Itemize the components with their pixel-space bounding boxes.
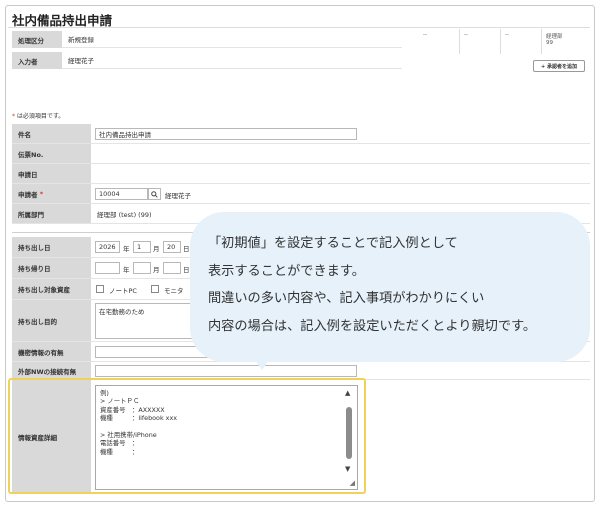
process-type-value: 新規登録 [62, 31, 402, 48]
return-month-unit: 月 [153, 266, 160, 274]
takeout-day-unit: 日 [183, 245, 190, 253]
slip-no-label: 伝票No. [12, 144, 91, 164]
department-label: 所属部門 [12, 204, 91, 224]
applicant-name: 経理花子 [165, 192, 191, 200]
callout-bubble: 「初期値」を設定することで記入例として 表示することができます。 間違いの多い内… [190, 212, 590, 370]
return-day-unit: 日 [183, 266, 190, 274]
approval-cell-4[interactable]: 経理部 99 [543, 29, 585, 54]
subject-input[interactable]: 社内備品持出申請 [95, 128, 357, 140]
applicant-label-text: 申請者 [18, 190, 38, 199]
return-month-input[interactable] [133, 262, 151, 274]
approval-cell-2[interactable]: -- [461, 29, 501, 54]
applicant-search-button[interactable] [148, 188, 161, 200]
callout-tail [248, 350, 276, 370]
return-year-input[interactable] [95, 262, 120, 274]
subject-label: 件名 [12, 124, 91, 144]
applicant-label: 申請者 * [12, 184, 91, 204]
applicant-required-star: * [39, 189, 44, 198]
purpose-label: 持ち出し目的 [12, 300, 91, 342]
takeout-year-input[interactable]: 2026 [95, 241, 120, 253]
monitor-label: モニタ [164, 287, 184, 295]
callout-line: 表示することができます。 [208, 263, 365, 279]
search-icon [151, 190, 158, 198]
return-date-label: 持ち帰り日 [12, 258, 91, 279]
takeout-month-unit: 月 [153, 245, 160, 253]
application-date-value [91, 164, 590, 184]
applicant-code-input[interactable]: 10004 [95, 188, 148, 200]
process-type-label: 処理区分 [12, 31, 62, 48]
callout-line: 「初期値」を設定することで記入例として [208, 236, 458, 251]
highlight-frame [8, 378, 366, 494]
return-day-input[interactable] [163, 262, 181, 274]
slip-no-value [91, 144, 590, 164]
approver-code: 99 [546, 40, 553, 46]
required-note-text: は必須項目です。 [15, 113, 65, 120]
notepc-label: ノートPC [109, 287, 137, 295]
takeout-date-label: 持ち出し日 [12, 237, 91, 258]
takeout-month-input[interactable]: 1 [133, 241, 151, 253]
takeout-year-unit: 年 [123, 245, 130, 253]
confidential-label: 機密情報の有無 [12, 342, 91, 362]
add-approver-button[interactable]: + 承認者を追加 [533, 60, 585, 72]
callout-line: 間違いの多い内容や、記入事項がわかりにくい [208, 291, 485, 306]
takeout-day-input[interactable]: 20 [163, 241, 181, 253]
return-year-unit: 年 [123, 266, 130, 274]
required-note: * は必須項目です。 [12, 111, 64, 120]
approval-cell-3[interactable]: -- [502, 29, 542, 54]
inputter-value: 経理花子 [62, 52, 402, 69]
approval-cell-1[interactable]: -- [420, 29, 460, 54]
monitor-checkbox[interactable] [151, 285, 159, 293]
application-date-label: 申請日 [12, 164, 91, 184]
assets-label: 持ち出し対象資産 [12, 279, 91, 300]
title-divider [8, 27, 590, 28]
callout-line: 内容の場合は、記入例を設定いただくとより親切です。 [208, 318, 537, 334]
notepc-checkbox[interactable] [96, 285, 104, 293]
approver-department: 経理部 [546, 34, 563, 40]
external-nw-input[interactable] [95, 365, 357, 377]
inputter-label: 入力者 [12, 52, 62, 69]
